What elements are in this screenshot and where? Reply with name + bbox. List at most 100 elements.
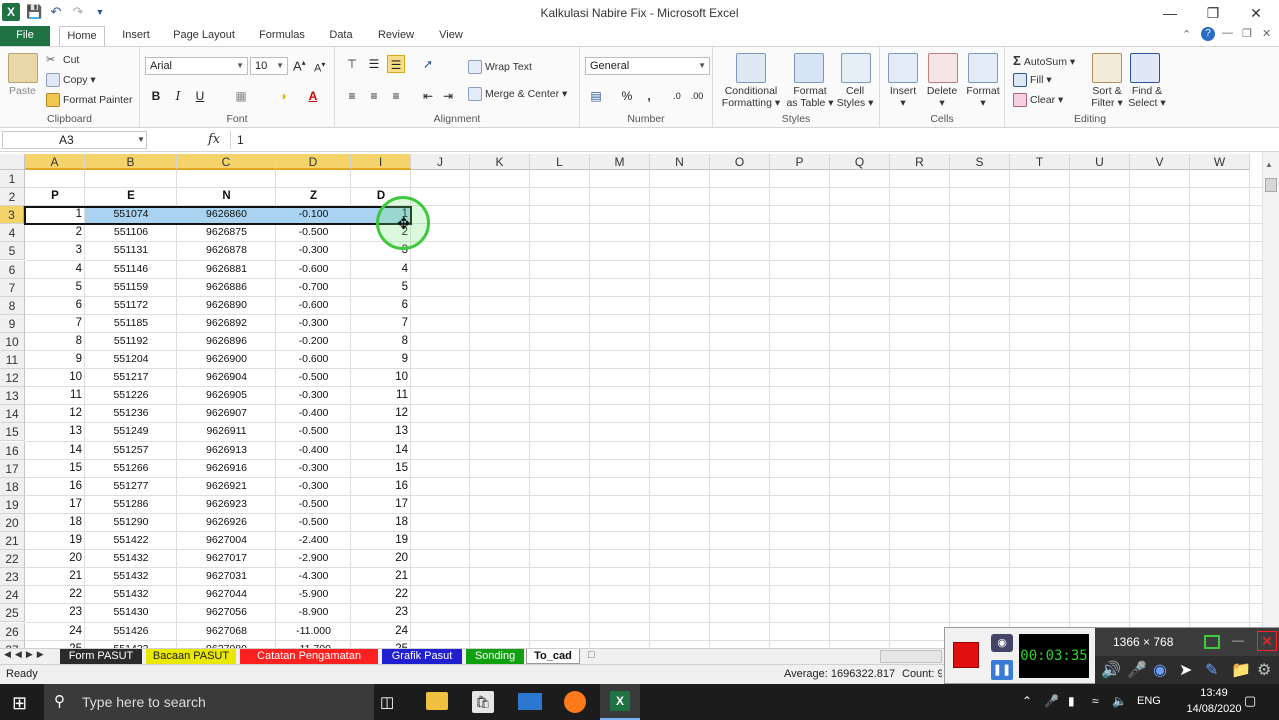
font-size-select[interactable]: 10 ▼ <box>250 57 288 75</box>
row-header-7[interactable]: 7 <box>0 278 25 297</box>
cell-a9[interactable]: 7 <box>28 317 82 329</box>
orientation-icon[interactable]: ➚ <box>419 55 437 73</box>
row-header-13[interactable]: 13 <box>0 387 25 406</box>
cell-c6[interactable]: 9626881 <box>180 263 273 275</box>
cell-b3[interactable]: 551074 <box>88 208 174 220</box>
cell-c16[interactable]: 9626913 <box>180 444 273 456</box>
column-header-j[interactable]: J <box>411 154 470 170</box>
cell-d7[interactable]: -0.700 <box>279 281 348 293</box>
cell-d26[interactable]: -11.000 <box>279 625 348 637</box>
cell-c2[interactable]: N <box>180 190 273 202</box>
cell-b16[interactable]: 551257 <box>88 444 174 456</box>
cell-d6[interactable]: -0.600 <box>279 263 348 275</box>
cell-c18[interactable]: 9626921 <box>180 480 273 492</box>
recorder-minimize-icon[interactable]: — <box>1232 633 1244 647</box>
cell-i25[interactable]: 23 <box>354 606 408 618</box>
settings-gear-icon[interactable]: ⚙ <box>1257 660 1271 680</box>
cell-c7[interactable]: 9626886 <box>180 281 273 293</box>
increase-decimal-icon[interactable]: .0 <box>668 87 686 105</box>
cell-b10[interactable]: 551192 <box>88 335 174 347</box>
row-header-20[interactable]: 20 <box>0 513 25 532</box>
cell-c8[interactable]: 9626890 <box>180 299 273 311</box>
row-header-23[interactable]: 23 <box>0 568 25 587</box>
sheet-tab-form-pasut[interactable]: Form PASUT <box>60 649 142 664</box>
row-header-22[interactable]: 22 <box>0 550 25 569</box>
minimize-button[interactable]: — <box>1150 2 1190 24</box>
tab-page-layout[interactable]: Page Layout <box>170 26 238 46</box>
row-header-9[interactable]: 9 <box>0 314 25 333</box>
cell-a4[interactable]: 2 <box>28 226 82 238</box>
cell-i15[interactable]: 13 <box>354 425 408 437</box>
increase-indent-icon[interactable]: ⇥ <box>439 87 457 105</box>
vertical-scrollbar[interactable]: ▲ <box>1262 152 1279 648</box>
fill-button[interactable]: Fill ▾ <box>1013 73 1052 87</box>
cell-c25[interactable]: 9627056 <box>180 606 273 618</box>
cell-i18[interactable]: 16 <box>354 480 408 492</box>
cell-d19[interactable]: -0.500 <box>279 498 348 510</box>
row-header-6[interactable]: 6 <box>0 260 25 279</box>
cell-a7[interactable]: 5 <box>28 281 82 293</box>
cell-i19[interactable]: 17 <box>354 498 408 510</box>
insert-function-icon[interactable]: fx <box>208 132 220 147</box>
fill-color-icon[interactable]: ◑ <box>274 87 292 105</box>
cell-a23[interactable]: 21 <box>28 570 82 582</box>
cell-a14[interactable]: 12 <box>28 407 82 419</box>
cell-a11[interactable]: 9 <box>28 353 82 365</box>
cell-c10[interactable]: 9626896 <box>180 335 273 347</box>
sheet-tab-bacaan-pasut[interactable]: Bacaan PASUT <box>146 649 236 664</box>
sheet-nav-arrows-icon[interactable]: ◀◀▶▶ <box>4 649 48 660</box>
tab-home[interactable]: Home <box>59 26 105 47</box>
column-header-r[interactable]: R <box>890 154 950 170</box>
tray-mic-icon[interactable]: 🎤 <box>1044 694 1059 708</box>
camera-icon[interactable]: ◉ <box>991 634 1013 652</box>
italic-button[interactable]: I <box>169 87 187 105</box>
cell-b2[interactable]: E <box>88 190 174 202</box>
tray-language[interactable]: ENG <box>1137 695 1161 707</box>
cell-i16[interactable]: 14 <box>354 444 408 456</box>
tray-volume-icon[interactable]: 🔈 <box>1112 694 1127 708</box>
cell-a5[interactable]: 3 <box>28 244 82 256</box>
cell-i20[interactable]: 18 <box>354 516 408 528</box>
cell-b13[interactable]: 551226 <box>88 389 174 401</box>
sheet-tab-grafik-pasut[interactable]: Grafik Pasut <box>382 649 462 664</box>
formula-input[interactable]: 1 <box>230 131 1270 149</box>
cell-i13[interactable]: 11 <box>354 389 408 401</box>
cell-d16[interactable]: -0.400 <box>279 444 348 456</box>
cell-i22[interactable]: 20 <box>354 552 408 564</box>
align-bottom-icon[interactable]: ☰ <box>387 55 405 73</box>
cell-d13[interactable]: -0.300 <box>279 389 348 401</box>
format-as-table-button[interactable]: Format as Table ▾ <box>785 85 835 109</box>
cell-b4[interactable]: 551106 <box>88 226 174 238</box>
cell-i11[interactable]: 9 <box>354 353 408 365</box>
cell-i24[interactable]: 22 <box>354 588 408 600</box>
cell-c26[interactable]: 9627068 <box>180 625 273 637</box>
cell-d9[interactable]: -0.300 <box>279 317 348 329</box>
row-header-4[interactable]: 4 <box>0 224 25 243</box>
cell-b6[interactable]: 551146 <box>88 263 174 275</box>
firefox-icon[interactable] <box>564 691 586 713</box>
recorder-window-icon[interactable] <box>1204 635 1220 649</box>
column-header-s[interactable]: S <box>950 154 1010 170</box>
cell-c14[interactable]: 9626907 <box>180 407 273 419</box>
cell-c12[interactable]: 9626904 <box>180 371 273 383</box>
align-top-icon[interactable]: ⊤ <box>343 55 361 73</box>
tab-data[interactable]: Data <box>326 26 356 46</box>
cell-c20[interactable]: 9626926 <box>180 516 273 528</box>
tab-view[interactable]: View <box>435 26 467 46</box>
cell-c17[interactable]: 9626916 <box>180 462 273 474</box>
cell-d5[interactable]: -0.300 <box>279 244 348 256</box>
cell-b20[interactable]: 551290 <box>88 516 174 528</box>
task-view-icon[interactable]: ◫ <box>380 693 394 711</box>
cell-a24[interactable]: 22 <box>28 588 82 600</box>
format-cells-button[interactable]: Format ▾ <box>964 85 1002 109</box>
scroll-thumb[interactable] <box>1265 178 1277 192</box>
row-header-3[interactable]: 3 <box>0 206 25 225</box>
tray-time[interactable]: 13:49 <box>1184 687 1244 699</box>
cell-c21[interactable]: 9627004 <box>180 534 273 546</box>
column-header-o[interactable]: O <box>710 154 770 170</box>
cell-b8[interactable]: 551172 <box>88 299 174 311</box>
cell-c9[interactable]: 9626892 <box>180 317 273 329</box>
cell-b26[interactable]: 551426 <box>88 625 174 637</box>
sort-filter-button[interactable]: Sort & Filter ▾ <box>1089 85 1125 109</box>
cell-i8[interactable]: 6 <box>354 299 408 311</box>
